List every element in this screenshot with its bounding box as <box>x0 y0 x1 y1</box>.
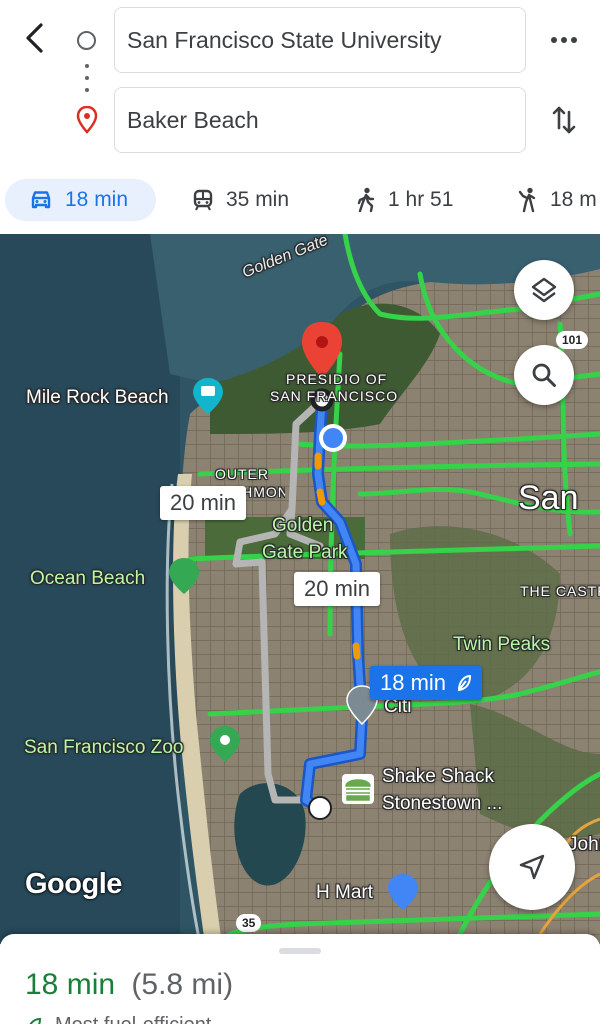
ride-hail-icon <box>518 187 536 213</box>
label-san: San <box>518 479 579 517</box>
map-view[interactable]: Golden Gate PRESIDIO OF SAN FRANCISCO Mi… <box>0 234 600 944</box>
route-summary: 18 min (5.8 mi) <box>25 968 233 1002</box>
label-presidio-2: SAN FRANCISCO <box>270 388 399 404</box>
tab-drive[interactable]: 18 min <box>5 179 156 221</box>
tab-transit-label: 35 min <box>226 188 290 211</box>
google-logo: Google <box>25 868 122 900</box>
swap-arrows-icon <box>552 106 576 134</box>
layers-icon <box>531 277 557 303</box>
label-mile-rock-beach[interactable]: Mile Rock Beach <box>26 387 169 409</box>
walking-person-icon <box>357 187 375 213</box>
best-route-tag[interactable]: 18 min <box>370 666 483 700</box>
destination-pin-icon <box>76 106 98 134</box>
more-dots-icon <box>551 37 577 43</box>
label-sf-zoo[interactable]: San Francisco Zoo <box>24 737 183 759</box>
more-options-button[interactable] <box>544 22 584 58</box>
eco-leaf-icon <box>29 1017 42 1024</box>
destination-field[interactable]: Baker Beach <box>114 87 526 153</box>
search-icon <box>532 363 556 387</box>
label-presidio: PRESIDIO OF <box>286 371 388 387</box>
swap-button[interactable] <box>544 100 584 140</box>
label-golden-gate-park-2[interactable]: Gate Park <box>262 542 348 564</box>
route-duration: 18 min <box>25 968 116 1001</box>
directions-header: San Francisco State University Baker Bea… <box>0 0 600 234</box>
route-distance: (5.8 mi) <box>131 968 234 1001</box>
eco-leaf-icon <box>458 674 472 692</box>
origin-field[interactable]: San Francisco State University <box>114 7 526 73</box>
alt-route-tag-2[interactable]: 20 min <box>294 572 381 606</box>
drag-handle[interactable] <box>279 948 321 954</box>
tab-walk[interactable]: 1 hr 51 <box>356 179 453 221</box>
tab-ride-label: 18 m <box>550 188 597 211</box>
alt-route-tag-1[interactable]: 20 min <box>160 486 247 520</box>
label-h-mart[interactable]: H Mart <box>316 882 373 904</box>
best-route-time: 18 min <box>380 670 447 695</box>
highway-35-shield: 35 <box>236 914 262 932</box>
highway-101-shield: 101 <box>556 331 589 349</box>
label-stonestown[interactable]: Stonestown ... <box>382 793 502 815</box>
search-along-route-button[interactable] <box>514 345 574 405</box>
label-twin-peaks[interactable]: Twin Peaks <box>453 634 550 656</box>
tab-ride[interactable]: 18 m <box>516 179 597 221</box>
label-shake-shack[interactable]: Shake Shack <box>382 766 494 788</box>
tab-drive-label: 18 min <box>65 188 129 211</box>
back-button[interactable] <box>14 18 54 58</box>
layers-button[interactable] <box>514 260 574 320</box>
route-connector-dots <box>85 64 89 92</box>
origin-circle-icon <box>77 31 96 50</box>
label-golden-gate-park[interactable]: Golden <box>272 515 333 537</box>
car-icon <box>31 191 51 209</box>
route-summary-sheet[interactable]: 18 min (5.8 mi) Most fuel-efficient <box>0 934 600 1024</box>
route-note-text: Most fuel-efficient <box>55 1014 211 1024</box>
back-arrow-icon <box>26 23 43 53</box>
start-navigation-button[interactable] <box>489 824 575 910</box>
navigation-arrow-icon <box>519 854 545 880</box>
travel-mode-tabs: 18 min 35 min 1 hr 51 18 m <box>0 177 600 223</box>
train-icon <box>193 189 213 211</box>
label-outer: OUTER <box>215 466 269 482</box>
tab-transit[interactable]: 35 min <box>192 179 289 221</box>
label-the-castro: THE CASTRO <box>520 583 600 599</box>
route-note: Most fuel-efficient <box>25 1014 211 1024</box>
label-ocean-beach[interactable]: Ocean Beach <box>30 568 145 590</box>
tab-walk-label: 1 hr 51 <box>388 188 454 211</box>
